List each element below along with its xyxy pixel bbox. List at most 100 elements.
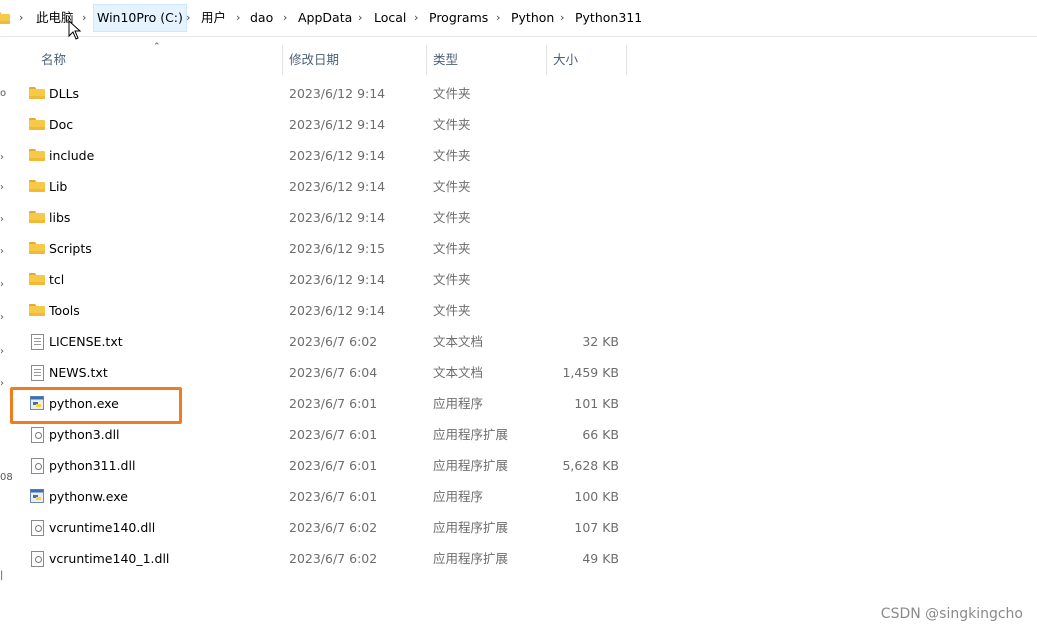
file-type: 文件夹 (433, 303, 471, 318)
breadcrumb-appdata[interactable]: AppData (295, 4, 355, 32)
file-size: 107 KB (574, 520, 619, 535)
breadcrumb-chevron-icon[interactable]: › (82, 4, 86, 32)
file-row[interactable]: vcruntime140.dll 2023/6/7 6:02 应用程序扩展 107 K… (0, 512, 630, 543)
file-name: Tools (49, 303, 80, 318)
file-type: 文件夹 (433, 117, 471, 132)
file-row[interactable]: LICENSE.txt 2023/6/7 6:02 文本文档 32 KB (0, 326, 630, 357)
file-type: 文件夹 (433, 210, 471, 225)
file-name: Lib (49, 179, 68, 194)
file-type: 应用程序扩展 (433, 551, 509, 566)
file-row[interactable]: libs 2023/6/12 9:14 文件夹 (0, 202, 630, 233)
folder-icon (29, 180, 45, 192)
file-date: 2023/6/12 9:14 (289, 210, 386, 225)
dll-file-icon (31, 551, 44, 567)
column-divider[interactable] (282, 45, 283, 75)
file-date: 2023/6/7 6:01 (289, 458, 378, 473)
file-name: NEWS.txt (49, 365, 108, 380)
file-type: 应用程序扩展 (433, 520, 509, 535)
breadcrumb-python[interactable]: Python (508, 4, 557, 32)
breadcrumb-chevron-icon[interactable]: › (414, 4, 418, 32)
breadcrumb-chevron-icon[interactable]: › (358, 4, 362, 32)
file-row[interactable]: NEWS.txt 2023/6/7 6:04 文本文档 1,459 KB (0, 357, 630, 388)
column-divider[interactable] (426, 45, 427, 75)
file-row[interactable]: Doc 2023/6/12 9:14 文件夹 (0, 109, 630, 140)
file-date: 2023/6/12 9:14 (289, 272, 386, 287)
file-row[interactable]: Scripts 2023/6/12 9:15 文件夹 (0, 233, 630, 264)
breadcrumb-chevron-icon[interactable]: › (19, 4, 23, 32)
file-date: 2023/6/7 6:01 (289, 427, 378, 442)
file-type: 文本文档 (433, 365, 484, 380)
file-name: vcruntime140_1.dll (49, 551, 170, 566)
file-type: 文本文档 (433, 334, 484, 349)
breadcrumb-chevron-icon[interactable]: › (236, 4, 240, 32)
file-name: DLLs (49, 86, 80, 101)
breadcrumb-chevron-icon[interactable]: › (496, 4, 500, 32)
file-type: 文件夹 (433, 241, 471, 256)
file-type: 文件夹 (433, 148, 471, 163)
breadcrumb-chevron-icon[interactable]: › (186, 4, 190, 32)
file-row[interactable]: Tools 2023/6/12 9:14 文件夹 (0, 295, 630, 326)
breadcrumb-drive-c[interactable]: Win10Pro (C:) (93, 4, 187, 32)
dll-file-icon (31, 520, 44, 536)
file-date: 2023/6/7 6:04 (289, 365, 378, 380)
file-name: libs (49, 210, 71, 225)
file-date: 2023/6/12 9:14 (289, 117, 386, 132)
column-header-size[interactable]: 大小 (553, 47, 578, 73)
file-name: python311.dll (49, 458, 136, 473)
folder-icon (29, 273, 45, 285)
file-size: 66 KB (582, 427, 619, 442)
breadcrumb-programs[interactable]: Programs (426, 4, 491, 32)
file-type: 应用程序扩展 (433, 427, 509, 442)
column-header-type[interactable]: 类型 (433, 47, 458, 73)
breadcrumb-users[interactable]: 用户 (198, 4, 229, 32)
file-row[interactable]: include 2023/6/12 9:14 文件夹 (0, 140, 630, 171)
sort-ascending-icon: ⌃ (153, 42, 161, 52)
file-date: 2023/6/12 9:15 (289, 241, 386, 256)
dll-file-icon (31, 458, 44, 474)
python-exe-icon (30, 489, 44, 503)
folder-icon (29, 211, 45, 223)
file-date: 2023/6/7 6:02 (289, 551, 378, 566)
file-type: 文件夹 (433, 86, 471, 101)
folder-icon (29, 304, 45, 316)
file-name: LICENSE.txt (49, 334, 123, 349)
folder-icon (29, 118, 45, 130)
file-date: 2023/6/12 9:14 (289, 179, 386, 194)
file-row[interactable]: DLLs 2023/6/12 9:14 文件夹 (0, 78, 630, 109)
column-divider[interactable] (626, 45, 627, 75)
breadcrumb-dao[interactable]: dao (247, 4, 276, 32)
file-date: 2023/6/12 9:14 (289, 148, 386, 163)
file-name: Doc (49, 117, 74, 132)
file-row[interactable]: pythonw.exe 2023/6/7 6:01 应用程序 100 KB (0, 481, 630, 512)
file-row[interactable]: tcl 2023/6/12 9:14 文件夹 (0, 264, 630, 295)
file-date: 2023/6/7 6:01 (289, 396, 378, 411)
file-type: 应用程序扩展 (433, 458, 509, 473)
file-type: 文件夹 (433, 272, 471, 287)
file-size: 49 KB (582, 551, 619, 566)
column-header-date[interactable]: 修改日期 (289, 47, 339, 73)
file-size: 1,459 KB (562, 365, 619, 380)
file-size: 100 KB (574, 489, 619, 504)
address-bar[interactable]: › 此电脑 › Win10Pro (C:) › 用户 › dao › AppDa… (0, 0, 1037, 37)
breadcrumb-python311[interactable]: Python311 (572, 4, 645, 32)
breadcrumb-local[interactable]: Local (371, 4, 409, 32)
column-header-name[interactable]: 名称 (41, 47, 66, 73)
file-name: Scripts (49, 241, 92, 256)
file-name: tcl (49, 272, 65, 287)
file-row[interactable]: vcruntime140_1.dll 2023/6/7 6:02 应用程序扩展 49 … (0, 543, 630, 574)
text-file-icon (31, 365, 44, 381)
file-date: 2023/6/7 6:02 (289, 334, 378, 349)
file-row[interactable]: python311.dll 2023/6/7 6:01 应用程序扩展 5,628 KB (0, 450, 630, 481)
file-name: include (49, 148, 95, 163)
file-name: vcruntime140.dll (49, 520, 156, 535)
file-type: 应用程序 (433, 489, 484, 504)
breadcrumb-chevron-icon[interactable]: › (283, 4, 287, 32)
breadcrumb-chevron-icon[interactable]: › (560, 4, 564, 32)
text-file-icon (31, 334, 44, 350)
column-divider[interactable] (546, 45, 547, 75)
file-row[interactable]: Lib 2023/6/12 9:14 文件夹 (0, 171, 630, 202)
file-name: pythonw.exe (49, 489, 128, 504)
file-size: 101 KB (574, 396, 619, 411)
file-size: 32 KB (582, 334, 619, 349)
folder-icon (29, 87, 45, 99)
